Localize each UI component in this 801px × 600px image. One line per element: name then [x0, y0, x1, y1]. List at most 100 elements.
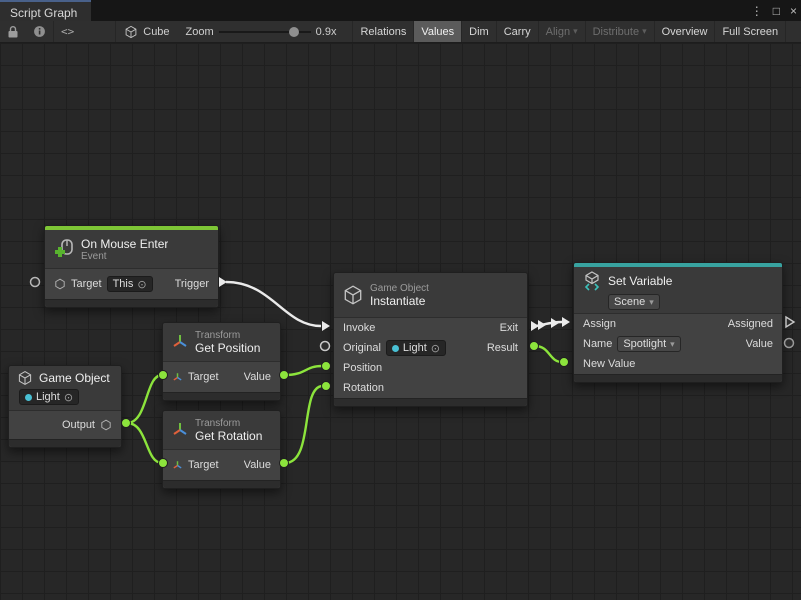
- graph-name: Cube: [143, 26, 169, 38]
- relations-label: Relations: [360, 26, 406, 38]
- game-object-value-field[interactable]: Light ⊙: [19, 389, 79, 405]
- port-exit-output[interactable]: [531, 321, 539, 331]
- port-original-input[interactable]: [321, 342, 330, 351]
- transform-icon: [172, 372, 183, 383]
- wire-gameobject-to-getposition[interactable]: [127, 375, 162, 423]
- wire-rotation-value[interactable]: [285, 386, 322, 463]
- node-game-object[interactable]: Game Object Light ⊙ Output: [8, 365, 122, 448]
- port-value-output[interactable]: [785, 339, 794, 348]
- port-rotation-input[interactable]: [322, 382, 331, 391]
- game-object-icon: [342, 284, 364, 306]
- target-port-label: Target: [71, 278, 102, 290]
- variable-kind-dropdown[interactable]: Scene ▾: [608, 294, 660, 310]
- node-type-label: Transform: [195, 418, 262, 429]
- node-title: Game Object: [39, 371, 110, 385]
- target-port-label: Target: [188, 371, 219, 383]
- dim-button[interactable]: Dim: [462, 21, 497, 42]
- game-object-icon: [17, 370, 33, 386]
- original-value: Light: [403, 342, 427, 354]
- assigned-port-label: Assigned: [728, 318, 773, 330]
- node-type-label: Game Object: [370, 283, 429, 294]
- object-picker-icon[interactable]: ⊙: [64, 391, 73, 404]
- assign-port-label: Assign: [583, 318, 616, 330]
- node-title: Set Variable: [608, 274, 672, 288]
- maximize-icon[interactable]: □: [773, 4, 780, 18]
- zoom-slider[interactable]: [219, 21, 311, 43]
- relations-button[interactable]: Relations: [353, 21, 414, 42]
- align-label: Align: [546, 26, 570, 38]
- port-position-input[interactable]: [322, 362, 331, 371]
- node-type-label: Transform: [195, 330, 260, 341]
- node-subtitle: Event: [81, 251, 168, 262]
- port-gameobject-output[interactable]: [122, 419, 131, 428]
- overview-button[interactable]: Overview: [655, 21, 716, 42]
- tab-title: Script Graph: [10, 6, 77, 20]
- graph-toolbar: <> Cube Zoom 0.9x Relations Values: [0, 21, 801, 43]
- node-footer: [163, 392, 280, 400]
- output-port-label: Output: [62, 419, 95, 431]
- wire-result-to-newvalue[interactable]: [535, 346, 562, 362]
- object-picker-icon[interactable]: ⊙: [137, 278, 146, 291]
- new-value-port-label: New Value: [583, 358, 635, 370]
- window-controls: ⋮ □ ×: [751, 0, 797, 21]
- node-get-position[interactable]: Transform Get Position Target Value: [162, 322, 281, 401]
- tab-script-graph[interactable]: Script Graph: [0, 0, 91, 21]
- fullscreen-label: Full Screen: [722, 26, 778, 38]
- node-footer: [45, 299, 218, 307]
- toolbar-buttons: Relations Values Dim Carry Align ▾ Distr…: [352, 21, 786, 42]
- node-instantiate[interactable]: Game Object Instantiate Invoke Exit Orig…: [333, 272, 528, 407]
- fullscreen-button[interactable]: Full Screen: [715, 21, 786, 42]
- node-footer: [334, 398, 527, 406]
- node-set-variable[interactable]: Set Variable Scene ▾ Assign Assigned Nam…: [573, 262, 783, 383]
- target-value: This: [113, 278, 134, 290]
- wire-gameobject-to-getrotation[interactable]: [127, 423, 162, 463]
- close-icon[interactable]: ×: [790, 4, 797, 18]
- wire-trigger-to-invoke[interactable]: [226, 282, 321, 326]
- variable-name-dropdown[interactable]: Spotlight ▾: [617, 336, 680, 352]
- value-port-label: Value: [244, 371, 271, 383]
- info-button[interactable]: [26, 21, 53, 42]
- lock-button[interactable]: [0, 21, 26, 42]
- target-value-field[interactable]: This ⊙: [107, 276, 153, 292]
- align-button[interactable]: Align ▾: [539, 21, 586, 42]
- on-mouse-enter-icon: [53, 238, 75, 260]
- zoom-control: Zoom 0.9x: [178, 21, 345, 42]
- port-assign-input[interactable]: [562, 317, 570, 327]
- exit-port-label: Exit: [500, 322, 518, 334]
- carry-button[interactable]: Carry: [497, 21, 539, 42]
- node-on-mouse-enter[interactable]: On Mouse Enter Event Target This ⊙: [44, 225, 219, 308]
- port-trigger-output[interactable]: [219, 277, 227, 287]
- menu-icon[interactable]: ⋮: [751, 4, 763, 18]
- original-port-label: Original: [343, 342, 381, 354]
- original-value-field[interactable]: Light ⊙: [386, 340, 446, 356]
- overview-label: Overview: [662, 26, 708, 38]
- object-picker-icon[interactable]: ⊙: [431, 342, 440, 355]
- node-title: On Mouse Enter: [81, 237, 168, 251]
- node-get-rotation[interactable]: Transform Get Rotation Target Value: [162, 410, 281, 489]
- port-newvalue-input[interactable]: [560, 358, 569, 367]
- transform-icon: [172, 460, 183, 471]
- zoom-slider-knob[interactable]: [289, 27, 299, 37]
- port-assigned-output[interactable]: [786, 317, 794, 327]
- chevron-down-icon: ▾: [573, 26, 578, 37]
- variable-name: Spotlight: [623, 338, 666, 350]
- code-view-button[interactable]: <>: [54, 21, 81, 42]
- wire-exit-to-assign[interactable]: [536, 322, 562, 326]
- chevron-down-icon: ▾: [670, 339, 675, 350]
- distribute-button[interactable]: Distribute ▾: [586, 21, 655, 42]
- lock-icon: [7, 25, 19, 39]
- graph-canvas[interactable]: On Mouse Enter Event Target This ⊙: [0, 43, 801, 600]
- cube-icon: [124, 25, 138, 39]
- position-port-label: Position: [343, 362, 382, 374]
- values-button[interactable]: Values: [414, 21, 462, 42]
- node-title: Instantiate: [370, 294, 429, 308]
- rotation-port-label: Rotation: [343, 382, 384, 394]
- port-invoke-input[interactable]: [322, 321, 330, 331]
- values-label: Values: [421, 26, 454, 38]
- chevron-down-icon: ▾: [642, 26, 647, 37]
- graph-breadcrumb[interactable]: Cube: [116, 21, 177, 42]
- port-target-input[interactable]: [31, 278, 40, 287]
- trigger-port-label: Trigger: [175, 278, 209, 290]
- wire-position-value[interactable]: [285, 366, 322, 375]
- port-result-output[interactable]: [530, 342, 539, 351]
